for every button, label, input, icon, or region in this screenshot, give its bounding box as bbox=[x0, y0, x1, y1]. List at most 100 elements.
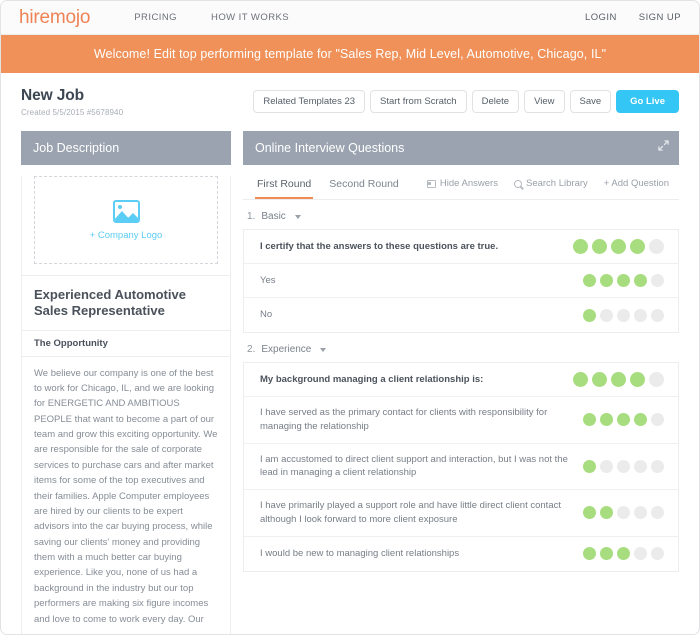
answer-row[interactable]: I would be new to managing client relati… bbox=[244, 537, 678, 571]
rating-dot[interactable] bbox=[630, 239, 645, 255]
chevron-down-icon[interactable] bbox=[294, 214, 301, 219]
rating-dot[interactable] bbox=[634, 274, 647, 288]
nav-item-signup[interactable]: SIGN UP bbox=[639, 12, 681, 23]
question-section-experience: 2. Experience My background managing a cli… bbox=[243, 333, 679, 572]
toolbar-button-related-templates-23[interactable]: Related Templates 23 bbox=[253, 90, 366, 113]
chevron-down-icon[interactable] bbox=[320, 347, 327, 352]
question-section-basic: 1. Basic I certify that the answers to the… bbox=[243, 200, 679, 334]
answer-row[interactable]: I have served as the primary contact for… bbox=[244, 397, 678, 444]
answer-row[interactable]: No bbox=[244, 298, 678, 332]
company-logo-dropzone[interactable]: + Company Logo bbox=[34, 176, 218, 265]
job-description-panel-title: Job Description bbox=[33, 141, 120, 156]
interview-tabs-row: First Round Second Round Hide Answers Searc… bbox=[243, 165, 679, 201]
rating-dots[interactable] bbox=[583, 308, 664, 322]
answer-row[interactable]: I am accustomed to direct client support… bbox=[244, 444, 678, 491]
hiremojo-logo[interactable]: hiremojo bbox=[19, 7, 90, 29]
rating-dot[interactable] bbox=[600, 274, 613, 288]
job-description-text[interactable]: We believe our company is one of the bes… bbox=[22, 357, 230, 634]
question-section-header[interactable]: 2. Experience bbox=[243, 344, 679, 362]
tab-first-round[interactable]: First Round bbox=[255, 174, 314, 200]
rating-dot[interactable] bbox=[630, 372, 645, 388]
toolbar-button-go-live[interactable]: Go Live bbox=[616, 90, 679, 113]
rating-dot[interactable] bbox=[651, 547, 664, 561]
section-number: 1. bbox=[247, 211, 256, 223]
job-description-panel: Job Description + Company Logo Experienc… bbox=[21, 131, 231, 634]
toolbar-button-save[interactable]: Save bbox=[569, 90, 612, 113]
page-title: New Job bbox=[21, 87, 85, 104]
rating-dot[interactable] bbox=[600, 547, 613, 561]
rating-dot[interactable] bbox=[634, 308, 647, 322]
content-columns: Job Description + Company Logo Experienc… bbox=[1, 117, 699, 634]
rating-dots[interactable] bbox=[573, 239, 664, 255]
rating-dot[interactable] bbox=[617, 274, 630, 288]
rating-dot[interactable] bbox=[634, 413, 647, 427]
interview-questions-panel: Online Interview Questions First Round Se… bbox=[243, 131, 679, 634]
rating-dot[interactable] bbox=[573, 239, 588, 255]
rating-dot[interactable] bbox=[583, 308, 596, 322]
question-list: I certify that the answers to these ques… bbox=[243, 229, 679, 334]
rating-dot[interactable] bbox=[651, 274, 664, 288]
job-description-subheading[interactable]: The Opportunity bbox=[22, 331, 230, 356]
rating-dot[interactable] bbox=[651, 413, 664, 427]
rating-dot[interactable] bbox=[583, 459, 596, 473]
question-section-header[interactable]: 1. Basic bbox=[243, 211, 679, 229]
nav-item-pricing[interactable]: PRICING bbox=[134, 12, 177, 23]
rating-dots[interactable] bbox=[583, 274, 664, 288]
rating-dots[interactable] bbox=[573, 372, 664, 388]
toolbar-button-view[interactable]: View bbox=[524, 90, 565, 113]
rating-dot[interactable] bbox=[649, 372, 664, 388]
rating-dot[interactable] bbox=[583, 547, 596, 561]
toolbar-button-delete[interactable]: Delete bbox=[471, 90, 520, 113]
rating-dot[interactable] bbox=[573, 372, 588, 388]
rating-dot[interactable] bbox=[651, 459, 664, 473]
action-add-question[interactable]: + Add Question bbox=[604, 178, 669, 189]
rating-dot[interactable] bbox=[600, 308, 613, 322]
rating-dot[interactable] bbox=[592, 239, 607, 255]
action-search-library[interactable]: Search Library bbox=[513, 178, 588, 189]
nav-item-login[interactable]: LOGIN bbox=[585, 12, 617, 23]
rating-dot[interactable] bbox=[600, 506, 613, 520]
rating-dots[interactable] bbox=[583, 506, 664, 520]
rating-dot[interactable] bbox=[617, 459, 630, 473]
rating-dot[interactable] bbox=[617, 308, 630, 322]
section-title: Experience bbox=[261, 344, 312, 356]
rating-dots[interactable] bbox=[583, 413, 664, 427]
rating-dots[interactable] bbox=[583, 547, 664, 561]
rating-dot[interactable] bbox=[651, 506, 664, 520]
question-row[interactable]: I certify that the answers to these ques… bbox=[244, 230, 678, 265]
rating-dot[interactable] bbox=[617, 547, 630, 561]
rating-dot[interactable] bbox=[600, 459, 613, 473]
rating-dot[interactable] bbox=[634, 506, 647, 520]
rating-dot[interactable] bbox=[634, 547, 647, 561]
job-description-heading[interactable]: Experienced Automotive Sales Representat… bbox=[22, 276, 230, 330]
toolbar-button-start-from-scratch[interactable]: Start from Scratch bbox=[370, 90, 467, 113]
rating-dots[interactable] bbox=[583, 459, 664, 473]
rating-dot[interactable] bbox=[649, 239, 664, 255]
rating-dot[interactable] bbox=[617, 506, 630, 520]
rating-dot[interactable] bbox=[651, 308, 664, 322]
rating-dot[interactable] bbox=[583, 413, 596, 427]
rating-dot[interactable] bbox=[583, 274, 596, 288]
rating-dot[interactable] bbox=[634, 459, 647, 473]
answer-text: I have served as the primary contact for… bbox=[260, 407, 548, 432]
question-row[interactable]: My background managing a client relation… bbox=[244, 363, 678, 398]
rating-dot[interactable] bbox=[600, 413, 613, 427]
tab-second-round[interactable]: Second Round bbox=[327, 174, 400, 199]
action-toolbar: Related Templates 23 Start from Scratch De… bbox=[253, 87, 679, 113]
rating-dot[interactable] bbox=[583, 506, 596, 520]
rating-dot[interactable] bbox=[611, 372, 626, 388]
answer-row[interactable]: I have primarily played a support role a… bbox=[244, 490, 678, 537]
answer-text: I have primarily played a support role a… bbox=[260, 500, 561, 525]
job-meta: Created 5/5/2015 #5678940 bbox=[21, 108, 124, 118]
rating-dot[interactable] bbox=[617, 413, 630, 427]
answer-row[interactable]: Yes bbox=[244, 264, 678, 299]
nav-item-how-it-works[interactable]: HOW IT WORKS bbox=[211, 12, 289, 23]
company-logo-label: + Company Logo bbox=[89, 229, 163, 241]
action-hide-answers[interactable]: Hide Answers bbox=[426, 178, 498, 190]
answer-text: No bbox=[260, 309, 273, 321]
action-label: Hide Answers bbox=[439, 178, 498, 190]
question-list: My background managing a client relation… bbox=[243, 362, 679, 572]
expand-icon[interactable] bbox=[658, 140, 669, 151]
rating-dot[interactable] bbox=[611, 239, 626, 255]
rating-dot[interactable] bbox=[592, 372, 607, 388]
